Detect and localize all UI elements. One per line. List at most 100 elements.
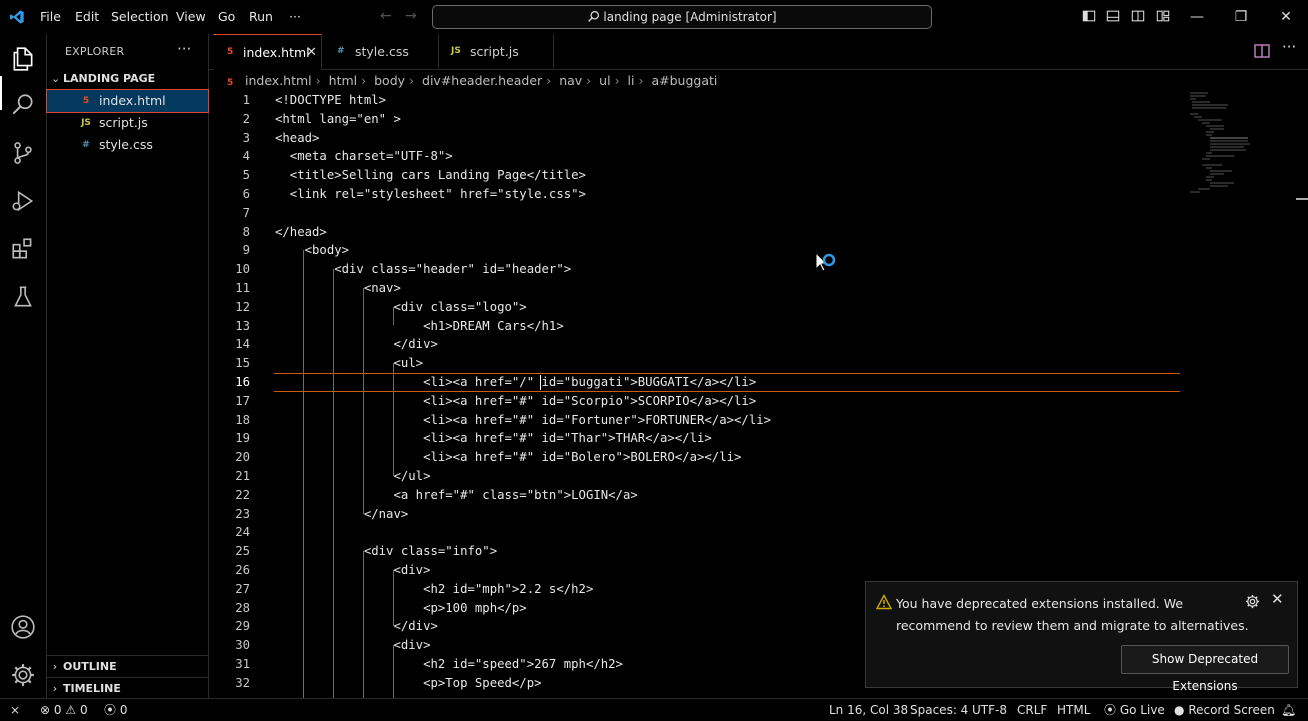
timeline-section[interactable]: › TIMELINE: [47, 677, 208, 699]
code-line[interactable]: 19 <li><a href="#" id="Thar">THAR</a></l…: [209, 429, 1308, 448]
ports-indicator[interactable]: ⦿ 0: [104, 699, 127, 721]
code-line[interactable]: 20 <li><a href="#" id="Bolero">BOLERO</a…: [209, 448, 1308, 467]
close-icon[interactable]: ✕: [1271, 590, 1284, 608]
code-line[interactable]: 9 <body>: [209, 241, 1308, 260]
code-line[interactable]: 22 <a href="#" class="btn">LOGIN</a>: [209, 486, 1308, 505]
code-line[interactable]: 13 <h1>DREAM Cars</h1>: [209, 317, 1308, 336]
outline-section[interactable]: › OUTLINE: [47, 655, 208, 677]
code-line[interactable]: 3 <head>: [209, 129, 1308, 148]
breadcrumb-item[interactable]: a#buggati: [651, 70, 717, 91]
toggle-panel-icon[interactable]: [1106, 9, 1120, 23]
breadcrumb-item[interactable]: nav: [559, 70, 582, 91]
code-line[interactable]: 26 <div>: [209, 561, 1308, 580]
line-number: 23: [235, 506, 250, 521]
code-line[interactable]: 8 </head>: [209, 223, 1308, 242]
command-center-search[interactable]: landing page [Administrator]: [432, 5, 932, 29]
code-text: <title>Selling cars Landing Page</title>: [275, 168, 586, 183]
back-arrow-icon[interactable]: ←: [380, 8, 392, 24]
minimize-button[interactable]: —: [1187, 7, 1207, 27]
breadcrumb-item[interactable]: body: [374, 70, 405, 91]
menu-view[interactable]: View: [176, 0, 206, 34]
close-tab-icon[interactable]: ✕: [306, 35, 317, 70]
code-line[interactable]: 4 <meta charset="UTF-8">: [209, 147, 1308, 166]
explorer-icon[interactable]: [10, 46, 36, 72]
js-file-icon: JS: [451, 46, 461, 56]
breadcrumb-item[interactable]: li: [628, 70, 635, 91]
active-indicator: [0, 76, 2, 110]
end-of-line[interactable]: CRLF: [1017, 699, 1047, 721]
js-file-icon: JS: [81, 118, 91, 128]
problems-indicator[interactable]: ⊗ 0 ⚠ 0: [40, 699, 88, 721]
restore-button[interactable]: ❐: [1231, 7, 1251, 27]
record-screen-button[interactable]: ● Record Screen: [1174, 699, 1275, 721]
explorer-more-actions[interactable]: ···: [177, 40, 191, 58]
code-line[interactable]: 15 <ul>: [209, 354, 1308, 373]
line-number: 21: [235, 469, 250, 483]
tab-script-js[interactable]: JS script.js: [439, 34, 554, 69]
folder-landing-page[interactable]: ⌄ LANDING PAGE: [51, 72, 155, 85]
menu-edit[interactable]: Edit: [75, 0, 99, 34]
code-line[interactable]: 14 </div>: [209, 335, 1308, 354]
record-icon: ●: [1174, 703, 1185, 717]
show-deprecated-extensions-button[interactable]: Show Deprecated Extensions: [1121, 645, 1289, 693]
search-icon[interactable]: [10, 92, 36, 118]
code-line[interactable]: 17 <li><a href="#" id="Scorpio">SCORPIO<…: [209, 392, 1308, 411]
run-debug-icon[interactable]: [10, 188, 36, 214]
split-editor-icon[interactable]: [1254, 44, 1270, 58]
breadcrumb-item[interactable]: ul: [599, 70, 610, 91]
code-line[interactable]: 10 <div class="header" id="header">: [209, 260, 1308, 279]
toggle-secondary-sidebar-icon[interactable]: [1131, 9, 1145, 23]
more-actions-icon[interactable]: ···: [1282, 38, 1296, 56]
forward-arrow-icon[interactable]: →: [405, 8, 417, 24]
tab-index-html[interactable]: 5 index.html ✕: [213, 34, 322, 70]
extensions-icon[interactable]: [10, 236, 36, 262]
indentation[interactable]: Spaces: 4: [910, 699, 968, 721]
code-line[interactable]: 5 <title>Selling cars Landing Page</titl…: [209, 166, 1308, 185]
code-line[interactable]: 12 <div class="logo">: [209, 298, 1308, 317]
remote-icon[interactable]: ⨯: [10, 699, 20, 721]
breadcrumb-item[interactable]: div#header.header: [422, 70, 542, 91]
bell-icon[interactable]: 🔔︎: [1281, 699, 1296, 721]
toggle-primary-sidebar-icon[interactable]: [1082, 9, 1096, 23]
menu-file[interactable]: File: [40, 0, 61, 34]
code-line[interactable]: 6 <link rel="stylesheet" href="style.css…: [209, 185, 1308, 204]
menu-go[interactable]: Go: [218, 0, 235, 34]
file-index-html[interactable]: 5 index.html: [46, 89, 209, 113]
minimap[interactable]: [1188, 91, 1258, 201]
testing-icon[interactable]: [10, 284, 36, 310]
gear-icon[interactable]: [1245, 594, 1260, 609]
code-line[interactable]: 2 <html lang="en" >: [209, 110, 1308, 129]
code-line[interactable]: 24: [209, 523, 1308, 542]
code-line[interactable]: 16 <li><a href="/" id="buggati">BUGGATI<…: [209, 373, 1308, 392]
code-line[interactable]: 18 <li><a href="#" id="Fortuner">FORTUNE…: [209, 411, 1308, 430]
go-live-button[interactable]: ⦿ Go Live: [1104, 699, 1165, 721]
code-line[interactable]: 11 <nav>: [209, 279, 1308, 298]
language-mode[interactable]: HTML: [1057, 699, 1090, 721]
manage-gear-icon[interactable]: [10, 662, 36, 688]
close-window-button[interactable]: ✕: [1276, 7, 1296, 27]
customize-layout-icon[interactable]: [1156, 9, 1170, 23]
tab-style-css[interactable]: # style.css: [322, 34, 439, 69]
error-icon: ⊗: [40, 703, 51, 717]
file-style-css[interactable]: # style.css: [47, 134, 208, 156]
source-control-icon[interactable]: [10, 140, 36, 166]
file-script-js[interactable]: JS script.js: [47, 112, 208, 134]
code-line[interactable]: 1 <!DOCTYPE html>: [209, 91, 1308, 110]
code-line[interactable]: 21 </ul>: [209, 467, 1308, 486]
broadcast-icon: ⦿: [1104, 703, 1117, 717]
code-line[interactable]: 7: [209, 204, 1308, 223]
chevron-right-icon: ›: [52, 660, 58, 673]
code-line[interactable]: 23 </nav>: [209, 505, 1308, 524]
encoding[interactable]: UTF-8: [972, 699, 1007, 721]
menu-run[interactable]: Run: [249, 0, 273, 34]
accounts-icon[interactable]: [10, 614, 36, 640]
breadcrumb-item[interactable]: index.html: [245, 70, 312, 91]
go-live-label: Go Live: [1119, 703, 1165, 717]
scrollbar-thumb[interactable]: [1296, 198, 1308, 200]
line-number: 27: [235, 581, 250, 596]
menu-selection[interactable]: Selection: [111, 0, 169, 34]
cursor-position[interactable]: Ln 16, Col 38: [829, 699, 908, 721]
menu-more[interactable]: ···: [289, 0, 301, 34]
code-line[interactable]: 25 <div class="info">: [209, 542, 1308, 561]
breadcrumb-item[interactable]: html: [329, 70, 357, 91]
